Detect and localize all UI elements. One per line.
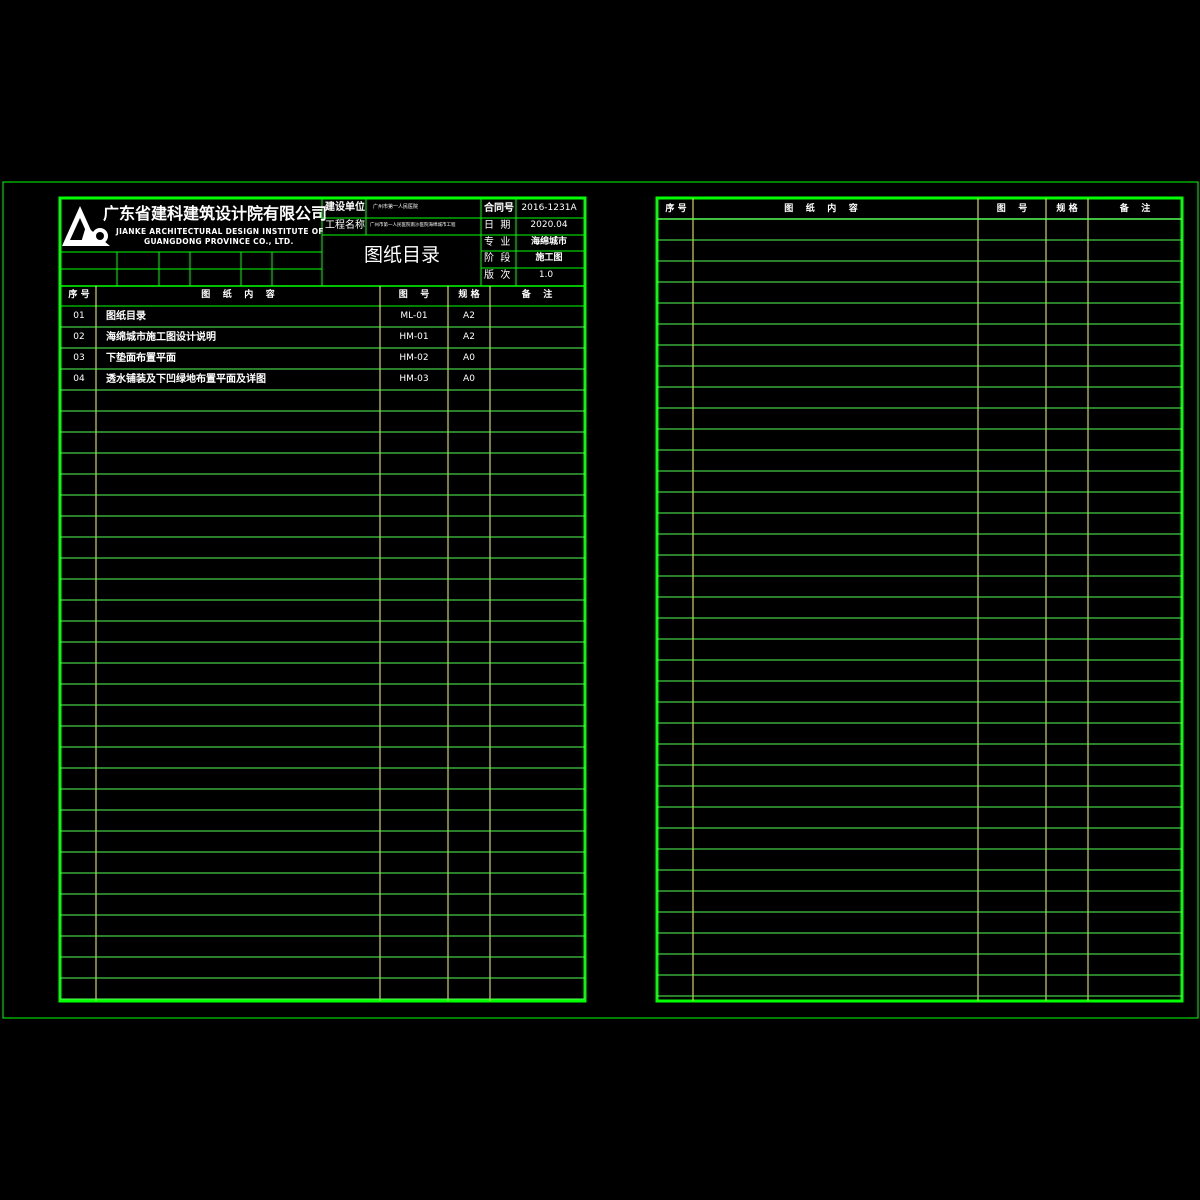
project-value: 广州市第一人民医院南沙医院海绵城市工程 (370, 223, 456, 228)
row-seq: 03 (73, 353, 85, 363)
version-value: 1.0 (538, 270, 554, 280)
right-header-content: 图 纸 内 容 (784, 204, 858, 214)
company-name-en-line1: JIANKE ARCHITECTURAL DESIGN INSTITUTE OF (116, 227, 324, 236)
left-header-drawing-no: 图 号 (398, 290, 430, 300)
row-drawing-no: HM-02 (399, 353, 429, 363)
left-header-seq: 序 号 (68, 290, 90, 300)
row-size: A0 (463, 374, 475, 384)
row-size: A0 (463, 353, 475, 363)
row-content: 海绵城市施工图设计说明 (106, 332, 216, 343)
right-sheet (655, 196, 1184, 1003)
stage-value: 施工图 (535, 253, 563, 263)
contract-value: 2016-1231A (521, 203, 577, 213)
row-size: A2 (463, 332, 475, 342)
stage-label: 阶 段 (484, 253, 511, 264)
right-header-drawing-no: 图 号 (996, 204, 1028, 214)
discipline-label: 专 业 (484, 237, 511, 248)
company-name-en-line2: GUANGDONG PROVINCE CO., LTD. (144, 237, 294, 246)
contract-label: 合同号 (484, 203, 514, 214)
client-value: 广州市第一人民医院 (373, 204, 419, 210)
drawing-title: 图纸目录 (363, 244, 441, 266)
discipline-value: 海绵城市 (530, 237, 568, 247)
company-name-cn: 广东省建科建筑设计院有限公司 (103, 204, 328, 223)
date-label: 日 期 (484, 220, 511, 231)
date-value: 2020.04 (530, 220, 568, 230)
row-seq: 04 (73, 374, 85, 384)
right-header-size: 规 格 (1056, 204, 1078, 214)
row-content: 图纸目录 (106, 311, 146, 322)
row-seq: 02 (73, 332, 85, 342)
right-header-remark: 备 注 (1119, 204, 1151, 214)
left-header-content: 图 纸 内 容 (201, 290, 275, 300)
right-header-seq: 序 号 (665, 204, 687, 214)
version-label: 版 次 (484, 270, 511, 281)
row-seq: 01 (73, 311, 85, 321)
row-drawing-no: HM-01 (399, 332, 429, 342)
client-label: 建设单位 (325, 202, 365, 213)
cad-drawing-canvas (2, 181, 1199, 1019)
row-drawing-no: ML-01 (400, 311, 428, 321)
row-content: 透水铺装及下凹绿地布置平面及详图 (106, 374, 266, 385)
project-label: 工程名称 (325, 220, 365, 231)
left-header-size: 规 格 (458, 290, 480, 300)
row-drawing-no: HM-03 (399, 374, 429, 384)
row-content: 下垫面布置平面 (106, 353, 176, 364)
left-header-remark: 备 注 (521, 290, 553, 300)
right-sheet-frame (655, 196, 1184, 1003)
row-size: A2 (463, 311, 475, 321)
